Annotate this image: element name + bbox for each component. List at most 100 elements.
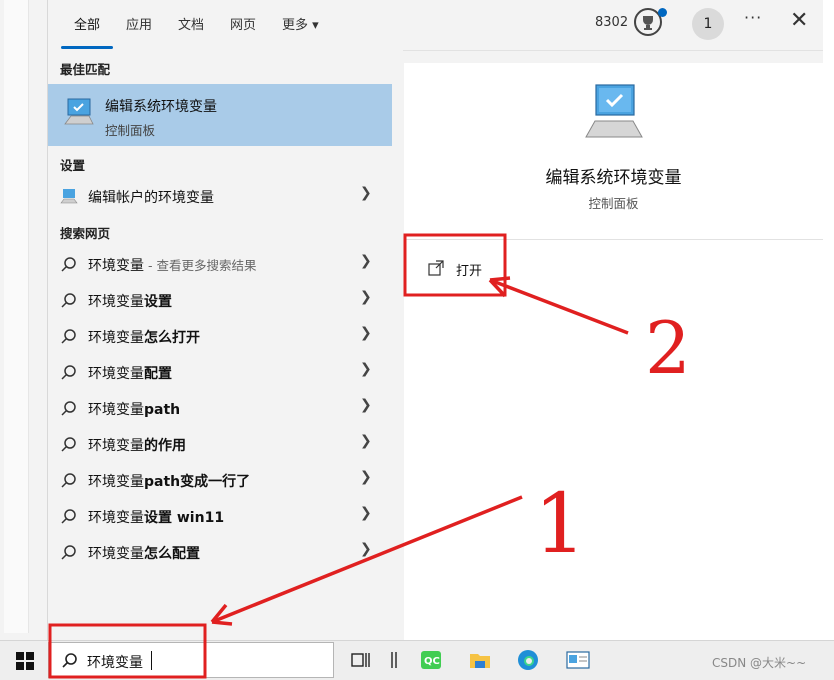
web-result-bold: 怎么配置 [144, 546, 200, 562]
qt-creator-icon[interactable]: QC [420, 649, 442, 671]
chevron-right-icon[interactable]: ❯ [360, 505, 372, 521]
text-cursor [151, 651, 152, 670]
monitor-settings-icon [584, 83, 644, 143]
web-result-prefix: 环境变量 [88, 330, 144, 346]
monitor-settings-icon [64, 98, 94, 130]
file-explorer-icon[interactable] [469, 649, 491, 671]
best-match-subtitle: 控制面板 [105, 123, 156, 138]
web-result-bold: 设置 [144, 294, 172, 310]
web-result-item[interactable]: 环境变量path ❯ [48, 391, 392, 427]
best-match-item[interactable]: 编辑系统环境变量 控制面板 [48, 84, 392, 146]
preview-title: 编辑系统环境变量 [545, 168, 682, 188]
web-result-item[interactable]: 环境变量path变成一行了 ❯ [48, 463, 392, 499]
search-icon [60, 508, 78, 530]
preview-subtitle: 控制面板 [588, 196, 639, 211]
chevron-right-icon[interactable]: ❯ [360, 185, 372, 201]
chevron-right-icon[interactable]: ❯ [360, 289, 372, 305]
preview-pane: 编辑系统环境变量 控制面板 打开 [404, 63, 823, 640]
web-result-item[interactable]: 环境变量设置 ❯ [48, 283, 392, 319]
chevron-right-icon[interactable]: ❯ [360, 253, 372, 269]
settings-heading: 设置 [60, 158, 86, 173]
web-search-heading: 搜索网页 [60, 226, 111, 241]
taskbar-search-input[interactable]: 环境变量 [48, 642, 334, 678]
chevron-right-icon[interactable]: ❯ [360, 361, 372, 377]
chevron-down-icon: ▾ [312, 18, 319, 33]
task-view-icon[interactable] [350, 649, 372, 671]
watermark: CSDN @大米~~ [712, 656, 807, 670]
web-result-item[interactable]: 环境变量 - 查看更多搜索结果 ❯ [48, 247, 392, 283]
more-options-icon[interactable]: ··· [744, 8, 762, 27]
search-icon [60, 256, 78, 278]
monitor-icon [60, 188, 78, 208]
web-result-prefix: 环境变量 [88, 546, 144, 562]
edge-browser-icon[interactable] [517, 649, 539, 671]
web-result-item[interactable]: 环境变量的作用 ❯ [48, 427, 392, 463]
search-icon [60, 328, 78, 350]
web-result-prefix: 环境变量 [88, 474, 144, 490]
settings-item[interactable]: 编辑帐户的环境变量 ❯ [48, 179, 392, 215]
search-header: 全部 应用 文档 网页 更多 ▾ 8302 1 ··· ✕ [48, 0, 823, 51]
tab-apps[interactable]: 应用 [126, 14, 152, 33]
web-result-item[interactable]: 环境变量配置 ❯ [48, 355, 392, 391]
search-icon [60, 436, 78, 458]
search-icon [60, 472, 78, 494]
web-result-bold: 的作用 [144, 438, 186, 454]
chevron-right-icon[interactable]: ❯ [360, 397, 372, 413]
background-sidebar [4, 0, 29, 633]
open-button[interactable]: 打开 [424, 256, 514, 282]
web-result-label: 环境变量设置 [88, 291, 172, 311]
close-icon[interactable]: ✕ [790, 8, 808, 33]
web-result-item[interactable]: 环境变量怎么打开 ❯ [48, 319, 392, 355]
chevron-right-icon[interactable]: ❯ [360, 469, 372, 485]
web-result-bold: path [144, 402, 181, 418]
search-icon [60, 292, 78, 314]
search-icon [60, 544, 78, 566]
web-result-bold: path变成一行了 [144, 474, 251, 490]
tab-more-label: 更多 [282, 18, 309, 33]
divider [404, 239, 823, 240]
web-result-label: 环境变量的作用 [88, 435, 186, 455]
chevron-right-icon[interactable]: ❯ [360, 541, 372, 557]
web-result-label: 环境变量怎么打开 [88, 327, 200, 347]
start-search-panel: 全部 应用 文档 网页 更多 ▾ 8302 1 ··· ✕ 最佳匹配 编辑系统环… [47, 0, 823, 640]
open-external-icon [428, 260, 444, 280]
windows-start-icon[interactable] [16, 652, 34, 670]
control-panel-icon[interactable] [566, 649, 590, 671]
search-icon [61, 652, 79, 674]
web-result-label: 环境变量path [88, 399, 180, 419]
web-result-prefix: 环境变量 [88, 366, 144, 382]
best-match-heading: 最佳匹配 [60, 62, 111, 77]
web-result-prefix: 环境变量 [88, 438, 144, 454]
web-result-prefix: 环境变量 [88, 510, 144, 526]
web-result-bold: 怎么打开 [144, 330, 200, 346]
web-result-label: 环境变量配置 [88, 363, 172, 383]
taskbar: 环境变量 QC CSDN @大米~~ [0, 640, 834, 680]
search-icon [60, 364, 78, 386]
open-button-label: 打开 [456, 264, 483, 279]
avatar[interactable]: 1 [692, 8, 724, 40]
tab-web[interactable]: 网页 [230, 14, 256, 33]
tab-more[interactable]: 更多 ▾ [282, 14, 319, 33]
chevron-right-icon[interactable]: ❯ [360, 433, 372, 449]
taskbar-separator-icon [384, 649, 406, 671]
web-result-suffix: - 查看更多搜索结果 [144, 258, 257, 273]
tab-documents[interactable]: 文档 [178, 14, 204, 33]
best-match-title: 编辑系统环境变量 [105, 99, 217, 115]
web-result-prefix: 环境变量 [88, 294, 144, 310]
web-result-label: 环境变量 - 查看更多搜索结果 [88, 255, 256, 275]
web-result-label: 环境变量怎么配置 [88, 543, 200, 563]
web-result-item[interactable]: 环境变量怎么配置 ❯ [48, 535, 392, 571]
notification-dot [658, 8, 667, 17]
settings-item-label: 编辑帐户的环境变量 [88, 190, 214, 206]
active-tab-indicator [61, 46, 113, 49]
svg-text:QC: QC [424, 656, 440, 667]
web-result-prefix: 环境变量 [88, 402, 144, 418]
tab-all[interactable]: 全部 [74, 14, 100, 33]
web-result-label: 环境变量设置 win11 [88, 507, 224, 527]
web-result-item[interactable]: 环境变量设置 win11 ❯ [48, 499, 392, 535]
results-list: 最佳匹配 编辑系统环境变量 控制面板 设置 编辑帐户的环境变量 ❯ 搜索网页 环… [48, 50, 403, 640]
web-result-label: 环境变量path变成一行了 [88, 471, 250, 491]
chevron-right-icon[interactable]: ❯ [360, 325, 372, 341]
rewards-points: 8302 [595, 15, 629, 30]
web-result-query: 环境变量 [88, 258, 144, 274]
